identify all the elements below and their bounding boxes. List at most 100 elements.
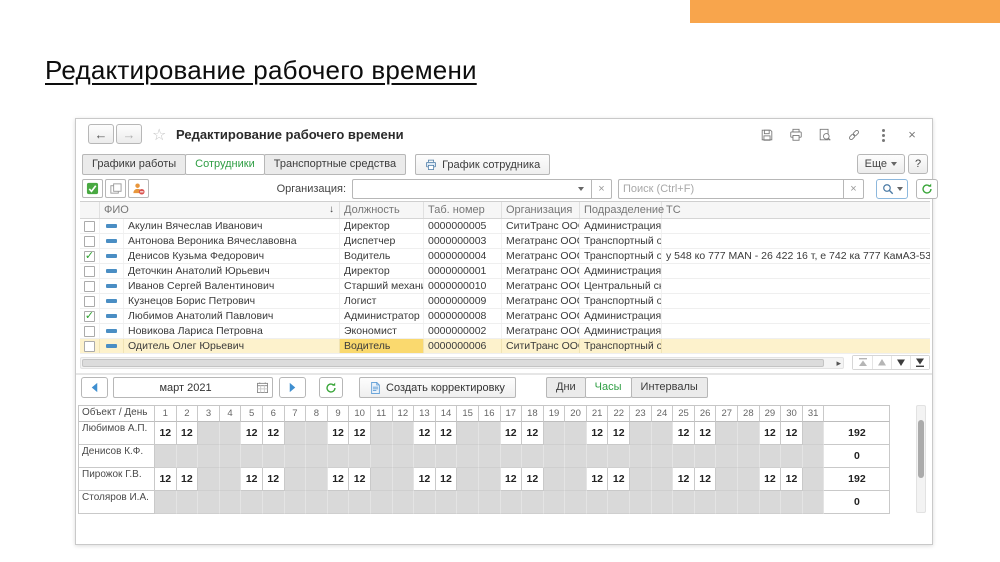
schedule-day-cell[interactable] [716,468,738,491]
schedule-day-cell[interactable] [738,491,760,514]
employee-checkbox-cell[interactable] [80,264,100,278]
schedule-day-cell[interactable] [285,422,307,445]
schedule-day-cell[interactable] [328,445,350,468]
schedule-day-cell[interactable] [436,445,458,468]
header-organization[interactable]: Организация [502,202,580,218]
schedule-day-cell[interactable]: 12 [177,422,199,445]
schedule-day-cell[interactable] [198,445,220,468]
period-field[interactable]: март 2021 [113,377,273,398]
row-checkbox[interactable] [84,341,95,352]
schedule-day-cell[interactable] [587,491,609,514]
employee-checkbox-cell[interactable] [80,279,100,293]
schedule-day-cell[interactable] [565,491,587,514]
schedule-day-cell[interactable]: 12 [522,468,544,491]
organization-dropdown-icon[interactable] [578,187,584,191]
header-department[interactable]: Подразделение [580,202,662,218]
schedule-day-cell[interactable]: 12 [695,422,717,445]
schedule-day-cell[interactable] [220,468,242,491]
employee-checkbox-cell[interactable]: ✓ [80,309,100,323]
schedule-day-cell[interactable]: 12 [414,468,436,491]
employee-row[interactable]: Новикова Лариса ПетровнаЭкономист0000000… [80,324,930,339]
h-scrollbar-thumb[interactable] [82,359,824,367]
schedule-day-cell[interactable] [285,445,307,468]
schedule-day-cell[interactable] [630,445,652,468]
employee-checkbox-cell[interactable] [80,234,100,248]
row-checkbox[interactable]: ✓ [84,311,95,322]
schedule-day-cell[interactable]: 12 [608,468,630,491]
set-flags-button[interactable] [82,179,103,198]
schedule-day-cell[interactable] [781,445,803,468]
schedule-day-cell[interactable] [371,422,393,445]
print-icon[interactable] [788,127,804,143]
schedule-day-cell[interactable]: 12 [695,468,717,491]
go-last-button[interactable] [910,356,929,369]
row-checkbox[interactable] [84,221,95,232]
schedule-day-cell[interactable] [198,468,220,491]
schedule-day-cell[interactable] [565,468,587,491]
go-first-button[interactable] [853,356,872,369]
link-icon[interactable] [846,127,862,143]
v-scrollbar[interactable] [916,405,926,513]
schedule-day-cell[interactable] [716,491,738,514]
schedule-day-cell[interactable] [652,491,674,514]
schedule-day-cell[interactable]: 12 [263,422,285,445]
next-month-button[interactable] [279,377,306,398]
schedule-day-cell[interactable] [155,491,177,514]
schedule-day-cell[interactable] [306,468,328,491]
h-scrollbar[interactable]: ▸ [80,357,844,369]
schedule-day-cell[interactable]: 12 [414,422,436,445]
v-scrollbar-thumb[interactable] [918,420,924,478]
schedule-day-cell[interactable]: 12 [522,422,544,445]
schedule-day-cell[interactable] [760,491,782,514]
schedule-day-cell[interactable] [349,445,371,468]
tab-employees[interactable]: Сотрудники [185,154,265,175]
schedule-day-cell[interactable]: 12 [436,422,458,445]
header-fio[interactable]: ФИО ↓ [100,202,340,218]
schedule-day-cell[interactable] [198,491,220,514]
schedule-day-cell[interactable]: 12 [587,468,609,491]
schedule-day-cell[interactable] [652,445,674,468]
schedule-day-cell[interactable] [241,445,263,468]
schedule-day-cell[interactable] [414,445,436,468]
employee-checkbox-cell[interactable] [80,294,100,308]
schedule-day-cell[interactable] [544,491,566,514]
schedule-day-cell[interactable] [738,422,760,445]
schedule-day-cell[interactable] [608,445,630,468]
schedule-day-cell[interactable] [781,491,803,514]
schedule-day-cell[interactable]: 12 [349,422,371,445]
employee-row[interactable]: Иванов Сергей ВалентиновичСтарший механи… [80,279,930,294]
schedule-day-cell[interactable] [479,445,501,468]
schedule-day-cell[interactable] [803,468,825,491]
go-down-button[interactable] [891,356,910,369]
schedule-day-cell[interactable] [738,468,760,491]
schedule-day-cell[interactable] [760,445,782,468]
schedule-day-cell[interactable] [501,445,523,468]
schedule-day-cell[interactable] [393,422,415,445]
schedule-day-cell[interactable]: 12 [328,468,350,491]
schedule-day-cell[interactable] [457,491,479,514]
schedule-day-cell[interactable] [393,468,415,491]
schedule-day-cell[interactable] [220,491,242,514]
schedule-day-cell[interactable] [198,422,220,445]
schedule-day-cell[interactable] [177,445,199,468]
schedule-day-cell[interactable] [220,445,242,468]
schedule-day-cell[interactable] [457,422,479,445]
kebab-menu-icon[interactable] [875,127,891,143]
schedule-day-cell[interactable]: 12 [760,468,782,491]
schedule-day-cell[interactable] [263,445,285,468]
schedule-refresh-button[interactable] [319,377,343,398]
schedule-day-cell[interactable] [673,445,695,468]
schedule-day-cell[interactable] [285,468,307,491]
schedule-day-cell[interactable] [393,445,415,468]
schedule-day-cell[interactable] [544,468,566,491]
schedule-day-cell[interactable] [349,491,371,514]
schedule-day-cell[interactable] [177,491,199,514]
row-checkbox[interactable] [84,266,95,277]
schedule-day-cell[interactable]: 12 [587,422,609,445]
tab-vehicles[interactable]: Транспортные средства [264,154,406,175]
organization-input[interactable] [352,179,592,199]
schedule-day-cell[interactable]: 12 [501,422,523,445]
schedule-day-cell[interactable] [306,491,328,514]
schedule-day-cell[interactable]: 12 [608,422,630,445]
schedule-day-cell[interactable]: 12 [241,468,263,491]
